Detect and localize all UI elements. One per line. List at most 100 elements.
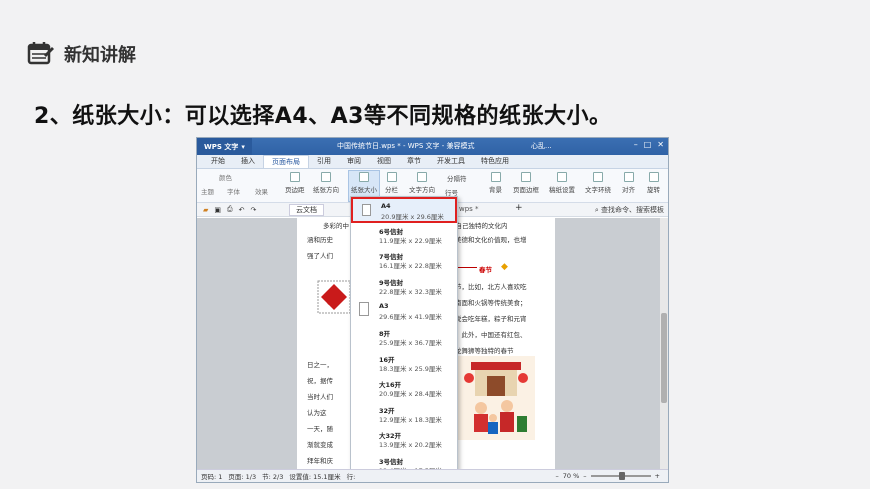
page-text: 美德和文化价值观，也增 <box>455 236 527 244</box>
paper-size-option[interactable]: A4 20.9厘米 x 29.6厘米 <box>351 197 457 223</box>
page-border-icon <box>521 172 531 182</box>
scrollbar-thumb[interactable] <box>661 313 667 403</box>
page-text: 说会吃年糕，粽子和元宵 <box>455 315 527 323</box>
page-text: 祝，据传 <box>307 377 333 385</box>
window-controls: – □ ✕ <box>634 140 664 149</box>
paper-size-option[interactable]: 大16开 20.9厘米 x 28.4厘米 <box>351 376 457 402</box>
slide-background: 新知讲解 2、纸张大小：可以选择A4、A3等不同规格的纸张大小。 WPS 文字 … <box>0 0 870 489</box>
page-text: 多彩的中 <box>323 222 349 230</box>
wps-app-menu-button[interactable]: WPS 文字 ▾ <box>197 138 252 155</box>
paper-size-option[interactable]: 9号信封 22.8厘米 x 32.3厘米 <box>351 274 457 300</box>
rotate-label: 旋转 <box>647 186 660 194</box>
paper-size-option[interactable]: 7号信封 16.1厘米 x 22.8厘米 <box>351 248 457 274</box>
effects-button[interactable]: 效果 <box>255 186 268 196</box>
align-icon <box>623 172 634 182</box>
align-button[interactable]: 对齐 <box>622 172 635 194</box>
text-direction-label: 文字方向 <box>409 186 435 194</box>
user-name[interactable]: 心乱... <box>531 141 552 151</box>
redo-icon[interactable]: ↷ <box>251 206 257 214</box>
fonts-button[interactable]: 字体 <box>227 186 240 196</box>
undo-icon[interactable]: ↶ <box>239 206 245 214</box>
background-label: 背景 <box>489 186 502 194</box>
print-icon[interactable]: ⎙ <box>227 205 233 214</box>
paper-size-label: 纸张大小 <box>351 186 377 194</box>
minimize-icon[interactable]: – <box>634 140 638 149</box>
zoom-slider-thumb[interactable] <box>618 472 625 480</box>
status-page-number: 页码: 1 <box>201 473 223 481</box>
margins-button[interactable]: 页边距 <box>285 172 305 194</box>
background-button[interactable]: 背景 <box>489 172 502 194</box>
align-label: 对齐 <box>622 186 635 194</box>
zoom-out-icon[interactable]: – <box>556 472 559 480</box>
columns-button[interactable]: 分栏 <box>385 172 398 194</box>
maximize-icon[interactable]: □ <box>644 140 652 149</box>
tab-page-layout[interactable]: 页面布局 <box>263 155 309 168</box>
option-size: 16.1厘米 x 22.8厘米 <box>379 262 442 271</box>
status-bar: 页码: 1 页面: 1/3 节: 2/3 设置值: 15.1厘米 行: – 70… <box>197 469 668 482</box>
status-section: 节: 2/3 <box>262 473 284 481</box>
option-size: 22.8厘米 x 32.3厘米 <box>379 287 442 296</box>
title-bar: WPS 文字 ▾ 中国传统节日.wps * - WPS 文字 - 兼容模式 心乱… <box>197 138 668 155</box>
paper-size-option[interactable]: A3 29.6厘米 x 41.9厘米 <box>351 299 457 325</box>
tab-chapter[interactable]: 章节 <box>399 155 429 168</box>
tab-developer[interactable]: 开发工具 <box>429 155 473 168</box>
tab-view[interactable]: 视图 <box>369 155 399 168</box>
margins-label: 页边距 <box>285 186 305 194</box>
theme-button[interactable]: 主题 <box>201 186 214 196</box>
folder-icon[interactable]: ▰ <box>203 206 208 214</box>
paper-size-option[interactable]: 大32开 13.9厘米 x 20.2厘米 <box>351 427 457 453</box>
page-border-button[interactable]: 页面边框 <box>513 172 539 194</box>
command-search[interactable]: ⌕ 查找命令、搜索模板 <box>595 205 664 215</box>
page-text: 节，比如，北方人喜欢吃 <box>455 283 527 291</box>
breaks-button[interactable]: 分隔符 <box>447 173 467 183</box>
rotate-button[interactable]: 旋转 <box>647 172 660 194</box>
zoom-minus-icon[interactable]: – <box>583 472 586 480</box>
spring-festival-illustration <box>457 356 535 440</box>
text-direction-button[interactable]: 文字方向 <box>409 172 435 194</box>
zoom-slider[interactable] <box>590 472 651 480</box>
colors-button[interactable]: 颜色 <box>219 172 232 182</box>
section-header: 新知讲解 <box>26 36 136 72</box>
page-text: 。此外，中国还有红包、 <box>455 331 527 339</box>
tab-insert[interactable]: 插入 <box>233 155 263 168</box>
tab-start[interactable]: 开始 <box>203 155 233 168</box>
paper-size-option[interactable]: 32开 12.9厘米 x 18.3厘米 <box>351 402 457 428</box>
page-heading: 2、纸张大小：可以选择A4、A3等不同规格的纸张大小。 <box>34 104 612 129</box>
option-size: 18.3厘米 x 25.9厘米 <box>379 364 442 373</box>
command-search-label: 查找命令、搜索模板 <box>601 206 664 214</box>
page-text: 龙舞狮等独特的春节 <box>455 347 514 355</box>
page-border-label: 页面边框 <box>513 186 539 194</box>
page-text: 南面和火锅等传统美食； <box>455 299 527 307</box>
paper-size-icon <box>359 172 369 182</box>
margins-icon <box>289 172 300 182</box>
page-icon <box>359 302 369 317</box>
zoom-in-icon[interactable]: + <box>655 472 660 480</box>
add-tab-icon[interactable]: + <box>515 203 523 213</box>
tab-features[interactable]: 特色应用 <box>473 155 517 168</box>
page-text: 当时人们 <box>307 393 333 401</box>
tab-review[interactable]: 审阅 <box>339 155 369 168</box>
page-text: 一天，随 <box>307 425 333 433</box>
paper-size-option[interactable]: 6号信封 11.9厘米 x 22.9厘米 <box>351 223 457 249</box>
manuscript-icon <box>557 172 567 182</box>
paper-size-option[interactable]: 16开 18.3厘米 x 25.9厘米 <box>351 351 457 377</box>
manuscript-label: 稿纸设置 <box>549 186 575 194</box>
paper-size-option[interactable]: 8开 25.9厘米 x 36.7厘米 <box>351 325 457 351</box>
save-icon[interactable]: ▣ <box>214 206 221 214</box>
tab-current-doc[interactable]: wps * <box>455 204 483 216</box>
tab-references[interactable]: 引用 <box>309 155 339 168</box>
vertical-scrollbar[interactable] <box>660 218 668 470</box>
text-wrap-button[interactable]: 文字环绕 <box>585 172 611 194</box>
divider-line <box>455 267 477 268</box>
rotate-icon <box>648 172 659 182</box>
ribbon-tabs: 开始 插入 页面布局 引用 审阅 视图 章节 开发工具 特色应用 <box>197 155 668 169</box>
chunjie-label: 春节 <box>479 266 492 274</box>
wps-window: WPS 文字 ▾ 中国传统节日.wps * - WPS 文字 - 兼容模式 心乱… <box>196 137 669 483</box>
tab-cloud-docs[interactable]: 云文档 <box>289 204 324 216</box>
columns-label: 分栏 <box>385 186 398 194</box>
option-size: 25.9厘米 x 36.7厘米 <box>379 338 442 347</box>
close-icon[interactable]: ✕ <box>657 140 664 149</box>
section-title: 新知讲解 <box>64 45 136 66</box>
orientation-button[interactable]: 纸张方向 <box>313 172 339 194</box>
manuscript-settings-button[interactable]: 稿纸设置 <box>549 172 575 194</box>
